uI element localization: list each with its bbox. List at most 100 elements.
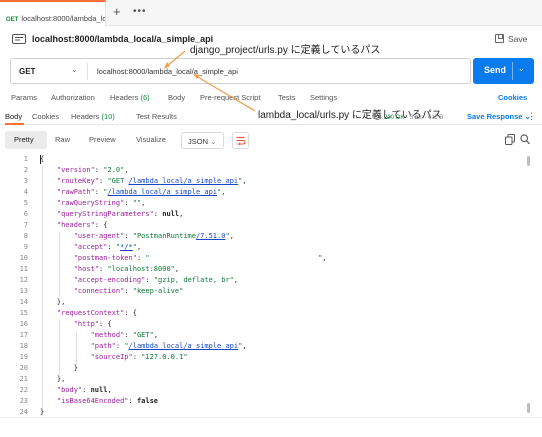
line-number: 13 — [19, 287, 28, 295]
tab-settings[interactable]: Settings — [310, 93, 337, 102]
tab-params[interactable]: Params — [11, 93, 37, 102]
save-response-button[interactable]: Save Response ⌄ — [467, 112, 531, 121]
response-time[interactable]: 3 ms — [410, 115, 423, 121]
json-link[interactable]: */* — [120, 243, 133, 251]
tab-authorization[interactable]: Authorization — [51, 93, 95, 102]
code-line: 13 "connection": "keep-alive" — [0, 287, 528, 298]
json-key: "method" — [90, 331, 125, 339]
code-line: 3 "routeKey": "GET /lambda_local/a_simpl… — [0, 177, 528, 188]
format-select[interactable]: JSON ⌄ — [181, 132, 224, 149]
annotation-django: django_project/urls.py に定義しているパス — [190, 45, 381, 56]
more-tabs-icon[interactable]: ••• — [133, 5, 147, 18]
json-link[interactable]: /7.51.0 — [196, 232, 226, 240]
view-pretty-button[interactable]: Pretty — [5, 131, 47, 149]
json-key: "queryStringParameters" — [56, 210, 154, 218]
indent-guide — [42, 166, 43, 408]
search-icon[interactable] — [520, 134, 530, 145]
save-response-label: Save Response — [467, 112, 523, 121]
json-value: null — [90, 386, 108, 394]
json-key: "postman-token" — [73, 254, 137, 262]
code-line: 7 "headers": { — [0, 221, 528, 232]
save-button[interactable]: Save — [495, 34, 527, 44]
json-key: "requestContext" — [56, 309, 125, 317]
more-options-icon[interactable]: ⋮ — [527, 111, 536, 122]
indent-guide — [76, 331, 77, 364]
json-value: false — [136, 397, 159, 405]
url-input[interactable]: localhost:8000/lambda_local/a_simple_api — [97, 67, 238, 76]
line-number: 3 — [23, 177, 28, 185]
code-line: 4 "rawPath": "/lambda_local/a_simple_api… — [0, 188, 528, 199]
response-size[interactable]: 611 B — [428, 115, 443, 121]
json-key: "path" — [90, 342, 116, 350]
json-value: null — [162, 210, 180, 218]
tab-headers-label: Headers — [110, 93, 139, 102]
response-status: 200 OK · 3 ms · 611 B — [374, 113, 443, 121]
line-number: 16 — [19, 320, 28, 328]
json-key: "rawQueryString" — [56, 199, 125, 207]
code-line: 22 "body": null, — [0, 386, 528, 397]
chevron-down-icon[interactable]: ⌄ — [71, 65, 78, 74]
code-line: 21 }, — [0, 375, 528, 386]
line-number: 10 — [19, 254, 28, 262]
tab-headers[interactable]: Headers (6) — [110, 93, 150, 102]
response-tab-test-results[interactable]: Test Results — [136, 112, 177, 121]
json-key: "headers" — [56, 221, 95, 229]
line-number: 12 — [19, 276, 28, 284]
plus-icon[interactable]: + — [113, 5, 121, 18]
view-preview-button[interactable]: Preview — [89, 131, 116, 149]
send-button[interactable]: Send ⌄ — [473, 58, 534, 84]
json-value: "GET — [107, 177, 129, 185]
tab-method: GET — [6, 17, 19, 23]
divider — [87, 63, 88, 80]
json-value: "localhost:8000" — [107, 265, 175, 273]
tab-prerequest-script[interactable]: Pre-request Script — [200, 93, 260, 102]
divider — [0, 124, 542, 125]
line-number: 24 — [19, 408, 28, 416]
code-line: 5 "rawQueryString": "", — [0, 199, 528, 210]
request-tab[interactable]: GET localhost:8000/lambda_lo — [0, 0, 106, 26]
json-value: "" — [132, 199, 142, 207]
json-value: "keep-alive" — [132, 287, 184, 295]
line-number: 7 — [23, 221, 28, 229]
json-key: "accept-encoding" — [73, 276, 146, 284]
line-number: 22 — [19, 386, 28, 394]
line-number: 6 — [23, 210, 28, 218]
save-label: Save — [508, 34, 528, 44]
chevron-down-icon: ⌄ — [210, 137, 217, 146]
json-key: "body" — [56, 386, 83, 394]
scrollbar-bottom-marker[interactable] — [527, 403, 530, 413]
chevron-down-icon[interactable]: ⌄ — [518, 64, 525, 73]
line-number: 1 — [23, 155, 28, 163]
code-line: 11 "host": "localhost:8000", — [0, 265, 528, 276]
view-raw-button[interactable]: Raw — [55, 131, 70, 149]
json-key: "routeKey" — [56, 177, 100, 185]
tab-body[interactable]: Body — [168, 93, 185, 102]
json-value: "127.0.0.1" — [141, 353, 188, 361]
json-value: "GET" — [132, 331, 154, 339]
response-tab-cookies[interactable]: Cookies — [32, 112, 59, 121]
json-key: "isBase64Encoded" — [56, 397, 129, 405]
scrollbar-top-marker[interactable] — [527, 156, 530, 166]
cookies-link[interactable]: Cookies — [498, 93, 527, 102]
json-key: "rawPath" — [56, 188, 95, 196]
json-link[interactable]: /lambda_local/a_simple_api — [129, 177, 239, 185]
json-link[interactable]: /lambda_local/a_simple_api — [129, 342, 239, 350]
headers-count: (6) — [140, 93, 150, 102]
url-bar: GET ⌄ localhost:8000/lambda_local/a_simp… — [10, 58, 471, 84]
view-visualize-button[interactable]: Visualize — [136, 131, 166, 149]
code-line: 20 } — [0, 364, 528, 375]
json-value: " — [225, 232, 230, 240]
response-tab-body[interactable]: Body — [5, 112, 22, 121]
wrap-lines-icon[interactable] — [232, 132, 249, 149]
tab-tests[interactable]: Tests — [278, 93, 296, 102]
method-select[interactable]: GET — [19, 67, 35, 76]
json-link[interactable]: /lambda_local/a_simple_api — [107, 188, 217, 196]
copy-icon[interactable] — [505, 134, 515, 145]
code-line: 1{ — [0, 155, 528, 166]
response-tab-headers[interactable]: Headers (10) — [71, 112, 115, 121]
json-value: "gzip, deflate, br" — [153, 276, 234, 284]
code-line: 15 "requestContext": { — [0, 309, 528, 320]
send-label: Send — [484, 65, 507, 75]
status-code[interactable]: 200 OK — [384, 115, 404, 121]
code-line: 12 "accept-encoding": "gzip, deflate, br… — [0, 276, 528, 287]
